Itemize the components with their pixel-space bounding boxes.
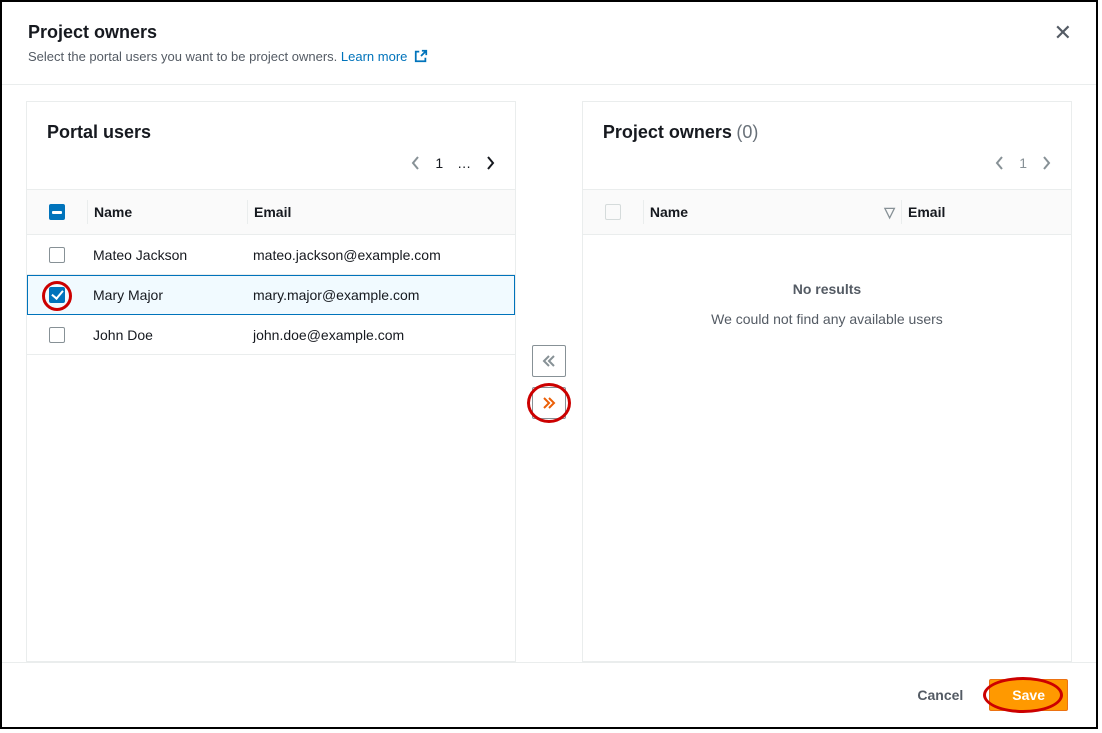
- dialog-title: Project owners: [28, 22, 1070, 43]
- dialog-subtitle: Select the portal users you want to be p…: [28, 49, 1070, 64]
- empty-state: No results We could not find any availab…: [583, 235, 1071, 373]
- transfer-controls: [516, 101, 582, 662]
- chevron-double-right-icon: [541, 395, 557, 411]
- checkbox-icon: [49, 327, 65, 343]
- pagination: 1: [583, 151, 1071, 189]
- table-header: Name Email: [27, 189, 515, 235]
- table-header: Name ▽ Email: [583, 189, 1071, 235]
- panel-title: Project owners: [603, 122, 732, 142]
- column-name[interactable]: Name: [87, 200, 247, 224]
- page-next-icon[interactable]: [485, 155, 495, 171]
- table-row[interactable]: John Doe john.doe@example.com: [27, 315, 515, 355]
- external-link-icon: [414, 49, 428, 63]
- dialog-header: Project owners Select the portal users y…: [2, 2, 1096, 85]
- dialog-body: Portal users 1 … Name Email Mateo Jackso…: [2, 85, 1096, 662]
- page-prev-icon[interactable]: [995, 155, 1005, 171]
- cell-email: mateo.jackson@example.com: [247, 247, 515, 263]
- panel-header: Project owners (0): [583, 102, 1071, 151]
- row-checkbox[interactable]: [27, 287, 87, 303]
- checkbox-disabled-icon: [605, 204, 621, 220]
- cell-name: John Doe: [87, 327, 247, 343]
- learn-more-link[interactable]: Learn more: [341, 49, 428, 64]
- move-right-button[interactable]: [532, 387, 566, 419]
- save-button[interactable]: Save: [989, 679, 1068, 711]
- select-all-cell: [583, 204, 643, 220]
- close-icon[interactable]: ✕: [1054, 22, 1072, 44]
- checkbox-checked-icon: [49, 287, 65, 303]
- project-owners-dialog: Project owners Select the portal users y…: [0, 0, 1098, 729]
- row-checkbox[interactable]: [27, 247, 87, 263]
- chevron-double-left-icon: [541, 353, 557, 369]
- cell-email: mary.major@example.com: [247, 287, 515, 303]
- checkbox-indeterminate-icon: [49, 204, 65, 220]
- empty-title: No results: [593, 281, 1061, 297]
- checkbox-icon: [49, 247, 65, 263]
- page-next-icon[interactable]: [1041, 155, 1051, 171]
- page-number: 1: [1019, 155, 1027, 171]
- panel-header: Portal users: [27, 102, 515, 151]
- cell-name: Mateo Jackson: [87, 247, 247, 263]
- panel-title: Portal users: [47, 122, 151, 142]
- table-body: Mateo Jackson mateo.jackson@example.com …: [27, 235, 515, 661]
- cell-name: Mary Major: [87, 287, 247, 303]
- project-owners-panel: Project owners (0) 1 Name ▽ Email No res…: [582, 101, 1072, 662]
- cancel-button[interactable]: Cancel: [901, 679, 979, 711]
- page-number: 1: [435, 155, 443, 171]
- row-checkbox[interactable]: [27, 327, 87, 343]
- empty-message: We could not find any available users: [593, 311, 1061, 327]
- portal-users-panel: Portal users 1 … Name Email Mateo Jackso…: [26, 101, 516, 662]
- page-ellipsis: …: [457, 155, 471, 171]
- pagination: 1 …: [27, 151, 515, 189]
- dialog-footer: Cancel Save: [2, 662, 1096, 727]
- panel-count: (0): [736, 122, 758, 142]
- select-all-cell[interactable]: [27, 204, 87, 220]
- cell-email: john.doe@example.com: [247, 327, 515, 343]
- move-left-button[interactable]: [532, 345, 566, 377]
- column-email[interactable]: Email: [901, 200, 1071, 224]
- column-name[interactable]: Name ▽: [643, 200, 901, 224]
- table-row[interactable]: Mateo Jackson mateo.jackson@example.com: [27, 235, 515, 275]
- table-body: No results We could not find any availab…: [583, 235, 1071, 661]
- table-row[interactable]: Mary Major mary.major@example.com: [27, 275, 515, 315]
- column-email[interactable]: Email: [247, 200, 515, 224]
- page-prev-icon[interactable]: [411, 155, 421, 171]
- sort-icon: ▽: [884, 204, 895, 221]
